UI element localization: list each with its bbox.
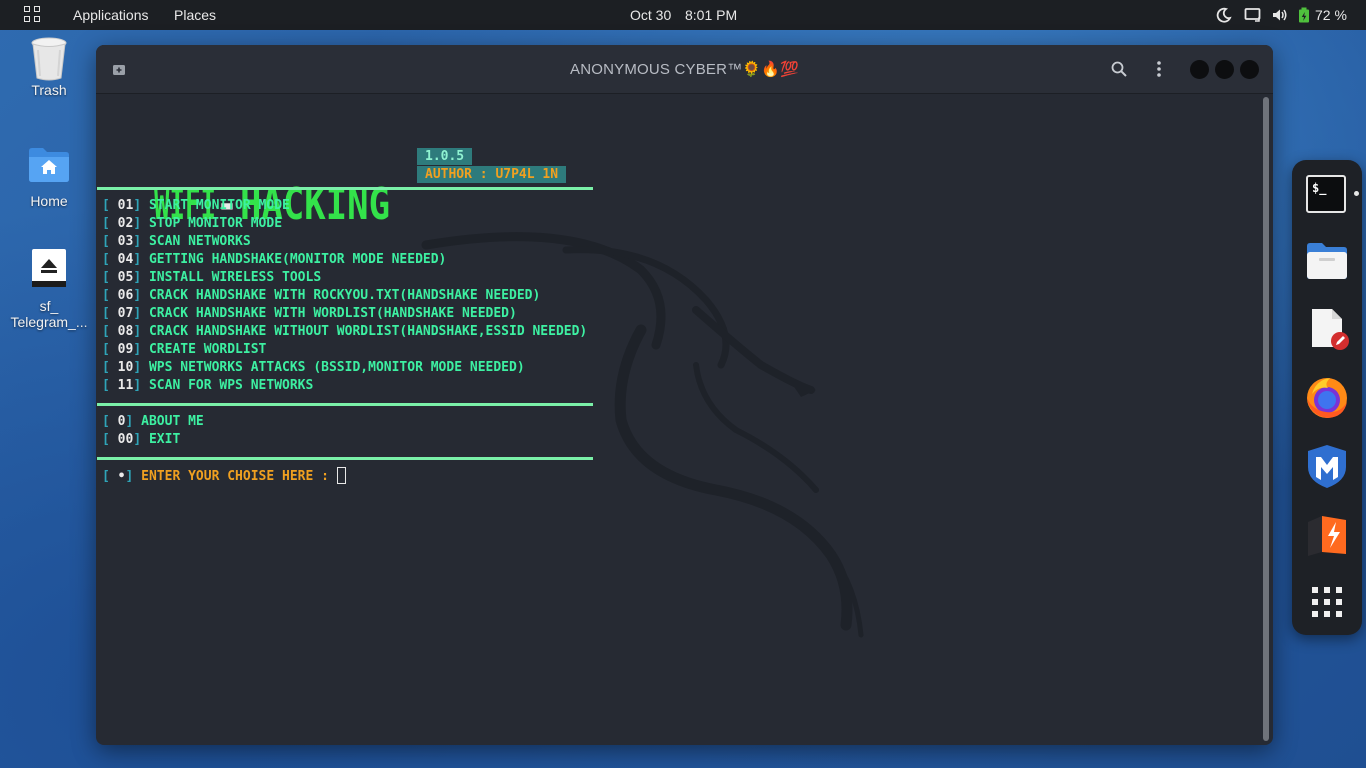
dock-metasploit[interactable]: [1304, 443, 1350, 489]
divider-middle: [97, 403, 593, 406]
trash-label: Trash: [31, 82, 67, 98]
text-editor-icon: [1312, 309, 1349, 350]
window-title: ANONYMOUS CYBER™🌻🔥💯: [569, 61, 800, 78]
maximize-button[interactable]: [1215, 60, 1234, 79]
applications-menu[interactable]: Applications: [73, 7, 149, 23]
minimize-button[interactable]: [1190, 60, 1209, 79]
desktop-drive[interactable]: sf_ Telegram_...: [4, 248, 94, 330]
menu-number: 09: [117, 342, 134, 357]
top-panel: Applications Places Oct 30 8:01 PM 72 %: [0, 0, 1366, 30]
menu-item: [ 11] SCAN FOR WPS NETWORKS: [102, 378, 314, 393]
menu-label: CRACK HANDSHAKE WITH ROCKYOU.TXT(HANDSHA…: [148, 288, 541, 303]
dock-files[interactable]: [1304, 238, 1350, 284]
eject-drive-icon: [32, 249, 66, 287]
menu-label: INSTALL WIRELESS TOOLS: [148, 270, 322, 285]
menu-item: [ 03] SCAN NETWORKS: [102, 234, 251, 249]
drive-label-line1: sf_: [39, 298, 59, 314]
search-icon[interactable]: [1111, 61, 1127, 77]
running-indicator: [1354, 191, 1359, 196]
clock-date[interactable]: Oct 30: [630, 7, 671, 23]
burpsuite-icon: [1308, 516, 1346, 556]
menu-label: SCAN FOR WPS NETWORKS: [148, 378, 314, 393]
menu-number: 04: [117, 252, 134, 267]
window-header[interactable]: ANONYMOUS CYBER™🌻🔥💯: [96, 45, 1273, 94]
dock-text-editor[interactable]: [1304, 305, 1350, 351]
menu-item: [ 06] CRACK HANDSHAKE WITH ROCKYOU.TXT(H…: [102, 288, 541, 303]
trash-icon: [31, 37, 67, 81]
menu-label: START MONITOR MODE: [148, 198, 290, 213]
menu-label: ABOUT ME: [141, 414, 204, 429]
menu-number: 07: [117, 306, 134, 321]
volume-icon: [1273, 9, 1287, 21]
moon-icon: [1216, 7, 1232, 23]
dock-burpsuite[interactable]: [1304, 512, 1350, 558]
menu-number: 10: [117, 360, 134, 375]
home-label: Home: [30, 193, 68, 209]
divider-top: [97, 187, 593, 190]
terminal-content[interactable]: WIFI - HACKING 1.0.5 AUTHOR : U7P4L 1N […: [96, 93, 1256, 745]
menu-item: [ 10] WPS NETWORKS ATTACKS (BSSID,MONITO…: [102, 360, 525, 375]
menu-label: STOP MONITOR MODE: [148, 216, 283, 231]
battery-percent: 72 %: [1315, 7, 1347, 23]
terminal-window[interactable]: ANONYMOUS CYBER™🌻🔥💯 WIFI - HACKING 1.0.5…: [96, 45, 1273, 745]
menu-number: 05: [117, 270, 134, 285]
menu-item-about: [ 0] ABOUT ME: [102, 414, 204, 429]
system-tray[interactable]: 72 %: [1216, 5, 1347, 25]
menu-item: [ 07] CRACK HANDSHAKE WITH WORDLIST(HAND…: [102, 306, 517, 321]
clock-time[interactable]: 8:01 PM: [685, 7, 737, 23]
home-folder-icon: [29, 148, 69, 182]
menu-number: 06: [117, 288, 134, 303]
divider-bottom: [97, 457, 593, 460]
menu-number: 03: [117, 234, 134, 249]
menu-label: EXIT: [148, 432, 181, 447]
menu-label: CRACK HANDSHAKE WITHOUT WORDLIST(HANDSHA…: [148, 324, 588, 339]
menu-number: 00: [117, 432, 134, 447]
close-button[interactable]: [1240, 60, 1259, 79]
menu-label: CRACK HANDSHAKE WITH WORDLIST(HANDSHAKE …: [148, 306, 517, 321]
input-prompt[interactable]: [ •] ENTER YOUR CHOISE HERE :: [102, 467, 346, 485]
dock: $_: [1292, 160, 1362, 635]
menu-label: CREATE WORDLIST: [148, 342, 267, 357]
menu-item: [ 01] START MONITOR MODE: [102, 198, 290, 213]
menu-number: 01: [117, 198, 134, 213]
menu-number: 08: [117, 324, 134, 339]
dock-terminal[interactable]: $_: [1304, 172, 1359, 218]
firefox-icon: [1307, 378, 1347, 418]
menu-number: 11: [117, 378, 134, 393]
app-grid-icon: [1312, 587, 1342, 617]
menu-label: WPS NETWORKS ATTACKS (BSSID,MONITOR MODE…: [148, 360, 525, 375]
files-icon: [1307, 243, 1347, 279]
dock-app-grid[interactable]: [1304, 579, 1350, 625]
text-cursor[interactable]: [336, 467, 346, 484]
menu-item: [ 05] INSTALL WIRELESS TOOLS: [102, 270, 322, 285]
dock-firefox[interactable]: [1304, 374, 1350, 420]
kebab-menu-icon[interactable]: [1156, 60, 1162, 78]
menu-item-exit: [ 00] EXIT: [102, 432, 181, 447]
display-icon: [1244, 8, 1261, 22]
metasploit-icon: [1308, 445, 1346, 488]
menu-item: [ 09] CREATE WORDLIST: [102, 342, 267, 357]
battery-icon: [1299, 7, 1309, 23]
scrollbar[interactable]: [1263, 97, 1269, 741]
menu-item: [ 02] STOP MONITOR MODE: [102, 216, 283, 231]
desktop-home[interactable]: Home: [4, 145, 94, 209]
terminal-icon: $_: [1306, 175, 1346, 213]
prompt-text: ENTER YOUR CHOISE HERE :: [141, 469, 337, 484]
author-badge: AUTHOR : U7P4L 1N: [417, 166, 567, 183]
version-badge: 1.0.5: [417, 148, 473, 165]
drive-label-line2: Telegram_...: [10, 314, 88, 330]
places-menu[interactable]: Places: [174, 7, 216, 23]
desktop-trash[interactable]: Trash: [4, 36, 94, 98]
activities-grid-icon[interactable]: [24, 6, 42, 24]
menu-number: 02: [117, 216, 134, 231]
menu-label: SCAN NETWORKS: [148, 234, 251, 249]
menu-item: [ 08] CRACK HANDSHAKE WITHOUT WORDLIST(H…: [102, 324, 588, 339]
menu-label: GETTING HANDSHAKE(MONITOR MODE NEEDED): [148, 252, 447, 267]
menu-item: [ 04] GETTING HANDSHAKE(MONITOR MODE NEE…: [102, 252, 447, 267]
